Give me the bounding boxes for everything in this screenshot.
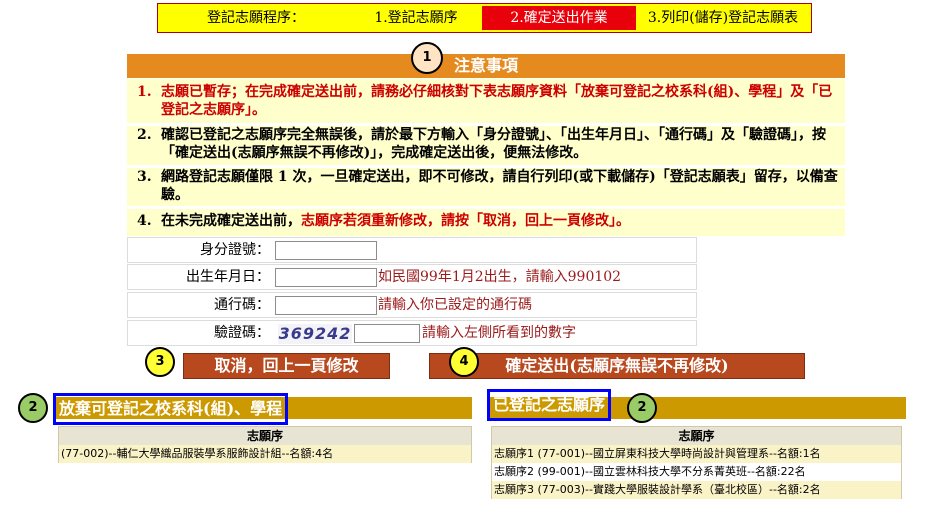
- registered-table: 志願序 志願序1 (77-001)--國立屏東科技大學時尚設計與管理系--名額:…: [491, 426, 902, 499]
- pass-hint: 請輸入你已設定的通行碼: [378, 297, 532, 313]
- registered-number-badge: 2: [627, 393, 657, 423]
- captcha-image: 369242: [278, 324, 352, 344]
- birth-input[interactable]: [275, 268, 377, 287]
- progress-steps: 登記志願程序： 1.登記志願序 2.確定送出作業 3.列印(儲存)登記志願表: [157, 3, 812, 33]
- table-row: 志願序2 (99-001)--國立雲林科技大學不分系菁英班--名額:22名: [492, 463, 901, 481]
- table-row: 志願序1 (77-001)--國立屏東科技大學時尚設計與管理系--名額:1名: [492, 445, 901, 463]
- notice-list: 1. 志願已暫存；在完成確定送出前，請務必仔細核對下表志願序資料「放棄可登記之校…: [127, 79, 845, 236]
- pass-row: 通行碼： 請輸入你已設定的通行碼: [127, 292, 697, 318]
- captcha-hint: 請輸入左側所看到的數字: [422, 325, 576, 341]
- cancel-button[interactable]: 取消，回上一頁修改: [183, 353, 390, 379]
- registered-section-title: 已登記之志願序: [487, 389, 612, 421]
- birth-label: 出生年月日：: [186, 269, 270, 285]
- table-header: 志願序: [59, 427, 471, 445]
- steps-label: 登記志願程序：: [207, 10, 305, 26]
- captcha-input[interactable]: [354, 324, 420, 343]
- submit-number-badge: 4: [449, 347, 479, 377]
- birth-row: 出生年月日： 如民國99年1月2出生，請輸入990102: [127, 264, 697, 290]
- id-label: 身分證號：: [200, 242, 270, 258]
- birth-hint: 如民國99年1月2出生，請輸入990102: [378, 269, 622, 285]
- notice-header: 注意事項: [127, 54, 845, 78]
- giveup-table: 志願序 (77-002)--輔仁大學織品服裝學系服飾設計組--名額:4名: [58, 426, 472, 463]
- step-register: 1.登記志願序: [352, 6, 480, 30]
- table-row: 志願序3 (77-003)--實踐大學服裝設計學系（臺北校區）--名額:2名: [492, 481, 901, 499]
- giveup-section-title: 放棄可登記之校系科(組)、學程: [53, 393, 289, 425]
- cancel-number-badge: 3: [145, 347, 175, 377]
- table-row: (77-002)--輔仁大學織品服裝學系服飾設計組--名額:4名: [59, 445, 471, 463]
- notice-number-badge: 1: [411, 42, 443, 74]
- table-header: 志願序: [492, 427, 901, 445]
- captcha-label: 驗證碼：: [214, 325, 270, 341]
- step-print: 3.列印(儲存)登記志願表: [638, 6, 808, 30]
- giveup-number-badge: 2: [18, 393, 48, 423]
- captcha-row: 驗證碼： 369242 請輸入左側所看到的數字: [127, 320, 697, 346]
- step-confirm-active: 2.確定送出作業: [482, 6, 636, 30]
- submit-button[interactable]: 確定送出(志願序無誤不再修改): [429, 353, 805, 379]
- pass-label: 通行碼：: [214, 297, 270, 313]
- notice-title: 注意事項: [453, 56, 518, 75]
- id-row: 身分證號：: [127, 237, 697, 263]
- pass-input[interactable]: [275, 296, 377, 315]
- id-input[interactable]: [275, 241, 377, 260]
